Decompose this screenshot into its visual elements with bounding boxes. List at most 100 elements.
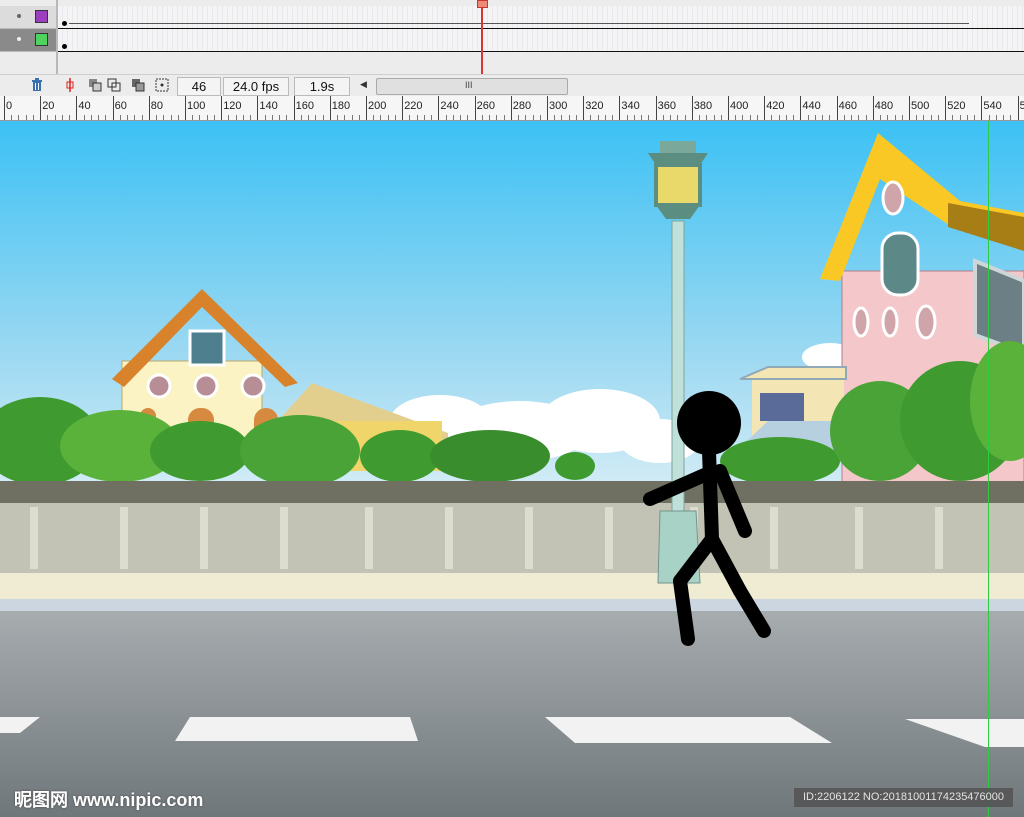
- ruler-minor-tick: [156, 115, 158, 120]
- ruler-major-tick: [945, 96, 947, 120]
- ruler-minor-tick: [134, 115, 136, 120]
- onion-skin-icon[interactable]: [88, 78, 102, 92]
- keyframe-icon[interactable]: [62, 44, 67, 49]
- ruler-minor-tick: [18, 115, 20, 120]
- ruler-major-tick: [148, 96, 150, 120]
- modify-markers-icon[interactable]: [155, 78, 169, 92]
- ruler-minor-tick: [785, 115, 787, 120]
- scroll-grip[interactable]: III: [465, 80, 473, 90]
- curb: [0, 599, 1024, 613]
- ruler-minor-tick: [742, 115, 744, 120]
- ruler-minor-tick: [597, 115, 599, 120]
- wall-top: [0, 481, 1024, 503]
- ruler-label: 400: [730, 100, 749, 112]
- green-guide-line[interactable]: [988, 121, 989, 817]
- ruler-label: 300: [549, 100, 568, 112]
- ruler-minor-tick: [351, 115, 353, 120]
- watermark-id: ID:2206122 NO:20181001174235476000: [794, 788, 1013, 807]
- ruler-label: 460: [838, 100, 857, 112]
- ruler-minor-tick: [539, 115, 541, 120]
- scene-artwork: [0, 121, 1024, 817]
- ruler-minor-tick: [829, 115, 831, 120]
- ruler-label: 40: [78, 100, 91, 112]
- ruler-minor-tick: [880, 115, 882, 120]
- ruler-label: 540: [983, 100, 1002, 112]
- ruler-minor-tick: [793, 115, 795, 120]
- keyframe-icon[interactable]: [62, 21, 67, 26]
- ruler-label: 520: [947, 100, 966, 112]
- ruler-minor-tick: [416, 115, 418, 120]
- ruler-minor-tick: [1010, 115, 1012, 120]
- ruler-label: 360: [657, 100, 676, 112]
- ruler-minor-tick: [105, 115, 107, 120]
- layer-frames[interactable]: [58, 6, 1024, 29]
- ruler-label: 420: [766, 100, 785, 112]
- onion-skin-outlines-icon[interactable]: [107, 78, 121, 92]
- layer-color-swatch[interactable]: [35, 10, 48, 23]
- ruler-major-tick: [438, 96, 440, 120]
- ruler-minor-tick: [771, 115, 773, 120]
- ruler-major-tick: [872, 96, 874, 120]
- layer-row-2[interactable]: [0, 29, 1024, 52]
- ruler-minor-tick: [858, 115, 860, 120]
- ruler-minor-tick: [735, 115, 737, 120]
- ruler-minor-tick: [568, 115, 570, 120]
- layer-row-1[interactable]: [0, 6, 1024, 29]
- scroll-left-arrow-icon[interactable]: ◀: [360, 79, 367, 90]
- ruler-label: 260: [476, 100, 495, 112]
- ruler-minor-tick: [481, 115, 483, 120]
- ruler-minor-tick: [575, 115, 577, 120]
- ruler-label: 380: [693, 100, 713, 112]
- ruler-minor-tick: [11, 115, 13, 120]
- ruler-minor-tick: [25, 115, 27, 120]
- sidewalk: [0, 573, 1024, 603]
- visibility-dot-icon[interactable]: [17, 14, 21, 18]
- ruler-label: 120: [223, 100, 242, 112]
- ruler-minor-tick: [966, 115, 968, 120]
- trash-icon[interactable]: [30, 78, 44, 92]
- ruler-minor-tick: [322, 115, 324, 120]
- ruler-minor-tick: [54, 115, 56, 120]
- ruler-minor-tick: [127, 115, 129, 120]
- layer-frames[interactable]: [58, 29, 1024, 52]
- ruler-minor-tick: [677, 115, 679, 120]
- timeline-divider[interactable]: [56, 0, 58, 74]
- frame-rate-field[interactable]: 24.0 fps: [223, 77, 289, 96]
- ruler-major-tick: [402, 96, 404, 120]
- timeline-panel: [0, 0, 1024, 74]
- center-frame-icon[interactable]: [63, 78, 77, 92]
- stage-canvas[interactable]: 昵图网 www.nipic.com ID:2206122 NO:20181001…: [0, 121, 1024, 817]
- ruler-minor-tick: [271, 115, 273, 120]
- ruler-minor-tick: [641, 115, 643, 120]
- horizontal-ruler: 0 20 40 60 80 100 120 140 160 180 200 220 240 260 280 3…: [0, 96, 1024, 121]
- ruler-minor-tick: [373, 115, 375, 120]
- ruler-label: 200: [368, 100, 387, 112]
- layer-color-swatch[interactable]: [35, 33, 48, 46]
- ruler-major-tick: [76, 96, 78, 120]
- visibility-dot-icon[interactable]: [17, 37, 21, 41]
- ruler-minor-tick: [952, 115, 954, 120]
- ruler-minor-tick: [445, 115, 447, 120]
- ruler-major-tick: [329, 96, 331, 120]
- edit-multiple-frames-icon[interactable]: [131, 78, 145, 92]
- ruler-minor-tick: [916, 115, 918, 120]
- ruler-minor-tick: [988, 115, 990, 120]
- timeline-horizontal-scrollbar[interactable]: III: [376, 78, 568, 95]
- ruler-minor-tick: [213, 115, 215, 120]
- playhead-handle[interactable]: [477, 0, 488, 8]
- ruler-major-tick: [257, 96, 259, 120]
- ruler-minor-tick: [83, 115, 85, 120]
- ruler-minor-tick: [286, 115, 288, 120]
- playhead[interactable]: [481, 0, 483, 74]
- ruler-label: 480: [874, 100, 894, 112]
- ruler-minor-tick: [612, 115, 614, 120]
- ruler-major-tick: [185, 96, 186, 120]
- ruler-minor-tick: [279, 115, 281, 120]
- ruler-minor-tick: [706, 115, 708, 120]
- elapsed-time-field: 1.9s: [294, 77, 350, 96]
- ruler-minor-tick: [358, 115, 360, 120]
- current-frame-field[interactable]: 46: [177, 77, 221, 96]
- watermark-site: 昵图网 www.nipic.com: [14, 790, 204, 810]
- ruler-minor-tick: [561, 115, 563, 120]
- ruler-major-tick: [619, 96, 621, 120]
